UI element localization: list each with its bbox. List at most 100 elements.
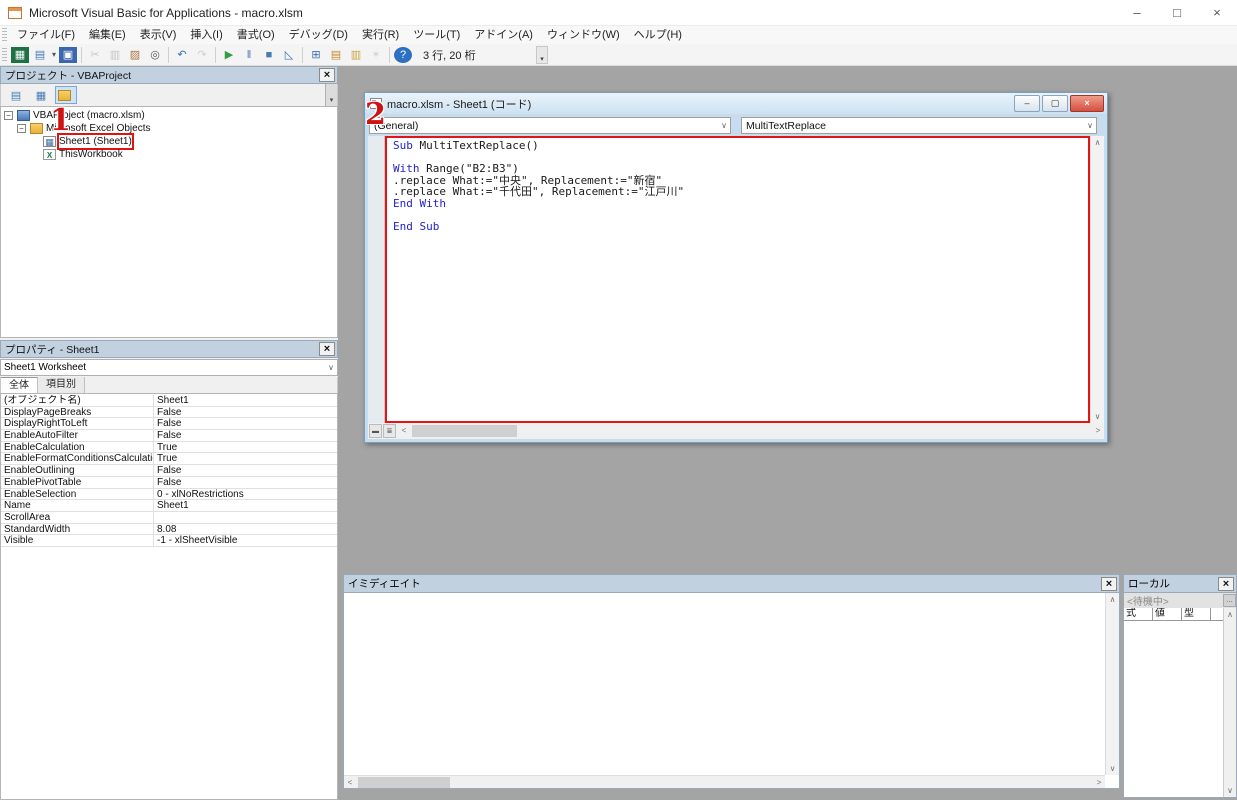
code-line[interactable]: Sub MultiTextReplace() [393,140,1086,152]
property-value[interactable]: False [154,418,337,429]
scroll-down-icon[interactable]: ∨ [1106,764,1119,773]
code-horizontal-scrollbar[interactable]: < > [398,424,1104,438]
menu-item[interactable]: 表示(V) [133,26,184,44]
property-row[interactable]: EnablePivotTableFalse [1,477,337,489]
code-minimize-button[interactable]: – [1014,95,1040,112]
toolbar-overflow-button[interactable]: ▾ [536,46,548,64]
property-row[interactable]: NameSheet1 [1,500,337,512]
tree-expander-icon[interactable]: − [4,111,13,120]
property-row[interactable]: EnableSelection0 - xlNoRestrictions [1,489,337,501]
property-value[interactable] [154,512,337,523]
property-value[interactable]: False [154,477,337,488]
scroll-left-icon[interactable]: < [398,424,410,438]
toggle-folders-button[interactable] [55,86,77,104]
property-row[interactable]: EnableFormatConditionsCalculationTrue [1,453,337,465]
design-mode-icon[interactable]: ◺ [280,47,298,63]
break-icon[interactable]: ‖ [240,47,258,63]
property-value[interactable]: False [154,430,337,441]
locals-close-icon[interactable]: × [1218,577,1234,591]
code-vertical-scrollbar[interactable]: ∧ ∨ [1090,136,1104,423]
locals-column-header[interactable]: 式 [1124,608,1153,620]
scroll-down-icon[interactable]: ∨ [1224,786,1236,795]
tree-item[interactable]: XThisWorkbook [1,148,337,161]
code-window-titlebar[interactable]: macro.xlsm - Sheet1 (コード) – ▢ × [365,93,1107,114]
property-value[interactable]: Sheet1 [154,500,337,511]
menu-item[interactable]: 実行(R) [355,26,406,44]
immediate-header[interactable]: イミディエイト × [344,575,1119,593]
project-close-icon[interactable]: × [319,68,335,82]
properties-close-icon[interactable]: × [319,342,335,356]
scroll-right-icon[interactable]: > [1093,776,1105,789]
tree-expander-icon[interactable]: − [17,124,26,133]
immediate-horizontal-scrollbar[interactable]: < > [344,775,1105,788]
procedure-dropdown[interactable]: MultiTextReplace ∨ [741,117,1097,134]
property-value[interactable]: True [154,442,337,453]
menu-item[interactable]: ツール(T) [406,26,467,44]
menu-item[interactable]: 書式(O) [230,26,282,44]
property-row[interactable]: ScrollArea [1,512,337,524]
menu-item[interactable]: ウィンドウ(W) [540,26,627,44]
code-line[interactable]: End With [393,198,1086,210]
object-browser-icon[interactable]: ▥ [347,47,365,63]
code-close-button[interactable]: × [1070,95,1104,112]
scroll-thumb[interactable] [412,425,517,437]
scroll-up-icon[interactable]: ∧ [1091,138,1104,147]
property-value[interactable]: 0 - xlNoRestrictions [154,489,337,500]
menu-item[interactable]: 挿入(I) [183,26,229,44]
procedure-view-button[interactable]: ▬ [369,424,382,438]
minimize-button[interactable]: – [1117,0,1157,26]
property-row[interactable]: Visible-1 - xlSheetVisible [1,535,337,547]
menu-item[interactable]: ファイル(F) [10,26,82,44]
find-icon[interactable]: ◎ [146,47,164,63]
immediate-close-icon[interactable]: × [1101,577,1117,591]
scroll-up-icon[interactable]: ∧ [1106,595,1119,604]
locals-more-button[interactable]: ... [1223,594,1236,607]
scroll-up-icon[interactable]: ∧ [1224,610,1236,619]
property-value[interactable]: False [154,465,337,476]
tab-categorized[interactable]: 項目別 [38,377,85,393]
property-row[interactable]: DisplayPageBreaksFalse [1,407,337,419]
menu-item[interactable]: 編集(E) [82,26,133,44]
paste-icon[interactable]: ▨ [126,47,144,63]
immediate-vertical-scrollbar[interactable]: ∧ ∨ [1105,593,1119,775]
save-icon[interactable]: ▣ [59,47,77,63]
help-icon[interactable]: ? [394,47,412,63]
project-panel-dropdown-icon[interactable]: ▾ [325,84,337,106]
property-row[interactable]: StandardWidth8.08 [1,524,337,536]
scroll-down-icon[interactable]: ∨ [1091,412,1104,421]
reset-icon[interactable]: ■ [260,47,278,63]
object-selector[interactable]: Sheet1 Worksheet ∨ [0,359,338,376]
module-view-button[interactable]: ≣ [383,424,396,438]
locals-header[interactable]: ローカル × [1124,575,1236,593]
property-row[interactable]: EnableOutliningFalse [1,465,337,477]
close-button[interactable]: × [1197,0,1237,26]
properties-window-icon[interactable]: ▤ [327,47,345,63]
run-icon[interactable]: ▶ [220,47,238,63]
scroll-right-icon[interactable]: > [1092,424,1104,438]
code-line[interactable] [393,209,1086,221]
maximize-button[interactable]: □ [1157,0,1197,26]
undo-icon[interactable]: ↶ [173,47,191,63]
scroll-left-icon[interactable]: < [344,776,356,789]
view-object-button[interactable]: ▦ [30,86,52,104]
insert-userform-icon[interactable]: ▤ [31,47,49,63]
locals-column-header[interactable]: 値 [1153,608,1182,620]
object-dropdown[interactable]: (General) ∨ [369,117,731,134]
code-restore-button[interactable]: ▢ [1042,95,1068,112]
property-row[interactable]: EnableCalculationTrue [1,442,337,454]
code-text[interactable]: Sub MultiTextReplace() With Range("B2:B3… [393,140,1086,419]
property-value[interactable]: False [154,407,337,418]
property-row[interactable]: EnableAutoFilterFalse [1,430,337,442]
tree-item-label[interactable]: ThisWorkbook [59,148,123,161]
menu-item[interactable]: ヘルプ(H) [627,26,689,44]
property-row[interactable]: DisplayRightToLeftFalse [1,418,337,430]
property-row[interactable]: (オブジェクト名)Sheet1 [1,395,337,407]
menu-item[interactable]: デバッグ(D) [282,26,355,44]
locals-vertical-scrollbar[interactable]: ∧ ∨ [1223,608,1236,797]
menu-item[interactable]: アドイン(A) [467,26,540,44]
tab-alphabetic[interactable]: 全体 [1,377,38,393]
view-code-button[interactable]: ▤ [5,86,27,104]
project-explorer-icon[interactable]: ⊞ [307,47,325,63]
excel-icon[interactable]: ▦ [11,47,29,63]
property-value[interactable]: True [154,453,337,464]
